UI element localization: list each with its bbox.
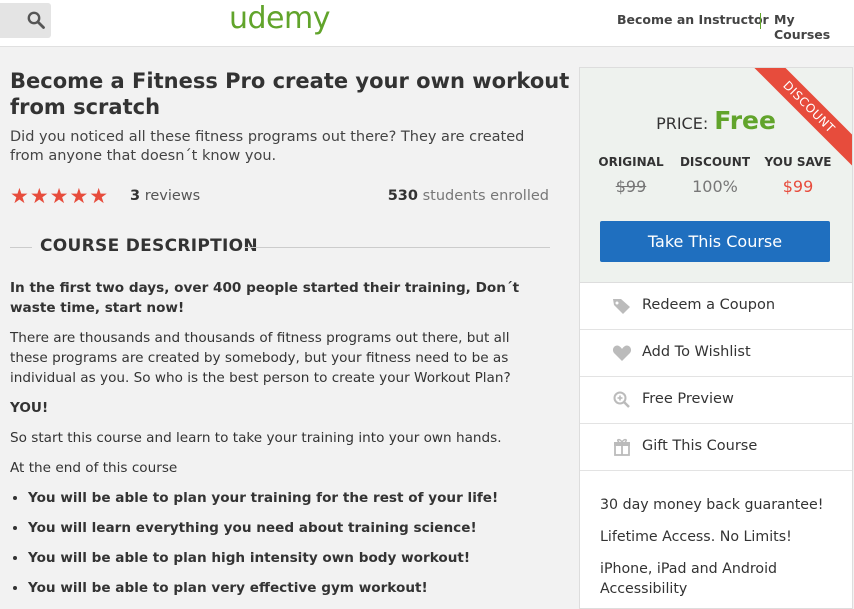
action-label: Redeem a Coupon (642, 297, 776, 313)
original-price: ORIGINAL $99 (598, 155, 664, 196)
take-this-course-button[interactable]: Take This Course (600, 221, 830, 262)
zoom-icon (613, 391, 630, 408)
money-back-guarantee: 30 day money back guarantee! (600, 497, 824, 513)
lifetime-access: Lifetime Access. No Limits! (600, 529, 792, 545)
reviews-label: reviews (144, 188, 201, 204)
you-text: YOU! (10, 400, 49, 416)
tag-icon (613, 299, 630, 314)
course-subtitle: Did you noticed all these fitness progra… (10, 129, 525, 164)
students-count: 530 (387, 188, 418, 204)
free-preview-button[interactable]: Free Preview (580, 377, 852, 424)
device-accessibility: iPhone, iPad and Android Accessibility (600, 561, 778, 597)
list-item: You will be able to plan very effective … (28, 578, 550, 598)
top-nav-bar: udemy Become an Instructor My Courses (0, 0, 854, 47)
students-label: students enrolled (422, 188, 549, 204)
description-paragraph: At the end of this course (10, 460, 178, 476)
benefits-list: You will be able to plan your training f… (10, 488, 550, 598)
udemy-logo[interactable]: udemy (229, 1, 331, 36)
description-paragraph: So start this course and learn to take y… (10, 430, 502, 446)
course-description-header: COURSE DESCRIPTION (10, 236, 550, 260)
action-label: Free Preview (642, 391, 734, 407)
heart-icon (612, 345, 632, 361)
section-title: COURSE DESCRIPTION (40, 236, 258, 256)
course-description: In the first two days, over 400 people s… (10, 278, 550, 608)
my-courses-link[interactable]: My Courses (774, 12, 854, 42)
students-enrolled: 530 students enrolled (388, 188, 549, 204)
price-line: PRICE: Free (580, 106, 852, 135)
action-label: Add To Wishlist (642, 344, 751, 360)
rating-stars: ★★★★★ (10, 184, 110, 208)
intro-text: In the first two days, over 400 people s… (10, 280, 520, 316)
become-instructor-link[interactable]: Become an Instructor (617, 12, 769, 27)
description-paragraph: There are thousands and thousands of fit… (10, 330, 511, 386)
price-label: PRICE: (656, 114, 709, 133)
gift-icon (614, 438, 630, 456)
list-item: You will be able to plan high intensity … (28, 548, 550, 568)
reviews-link[interactable]: 3 reviews (130, 188, 200, 204)
price-value: Free (714, 106, 776, 135)
list-item: You will be able to plan your training f… (28, 488, 550, 508)
course-title: Become a Fitness Pro create your own wor… (10, 69, 570, 119)
price-box: DISCOUNT PRICE: Free ORIGINAL $99 DISCOUN… (580, 68, 852, 283)
nav-divider (760, 13, 761, 29)
add-to-wishlist-button[interactable]: Add To Wishlist (580, 330, 852, 377)
discount-percent: DISCOUNT 100% (679, 155, 751, 196)
you-save: YOU SAVE $99 (764, 155, 832, 196)
divider (10, 247, 32, 248)
redeem-coupon-button[interactable]: Redeem a Coupon (580, 283, 852, 330)
list-item: You will learn everything you need about… (28, 518, 550, 538)
purchase-panel: DISCOUNT PRICE: Free ORIGINAL $99 DISCOUN… (579, 67, 853, 609)
action-label: Gift This Course (642, 438, 758, 454)
reviews-count: 3 (130, 188, 141, 204)
search-icon (27, 11, 45, 29)
divider (245, 247, 550, 248)
gift-course-button[interactable]: Gift This Course (580, 424, 852, 471)
search-button[interactable] (0, 3, 51, 38)
